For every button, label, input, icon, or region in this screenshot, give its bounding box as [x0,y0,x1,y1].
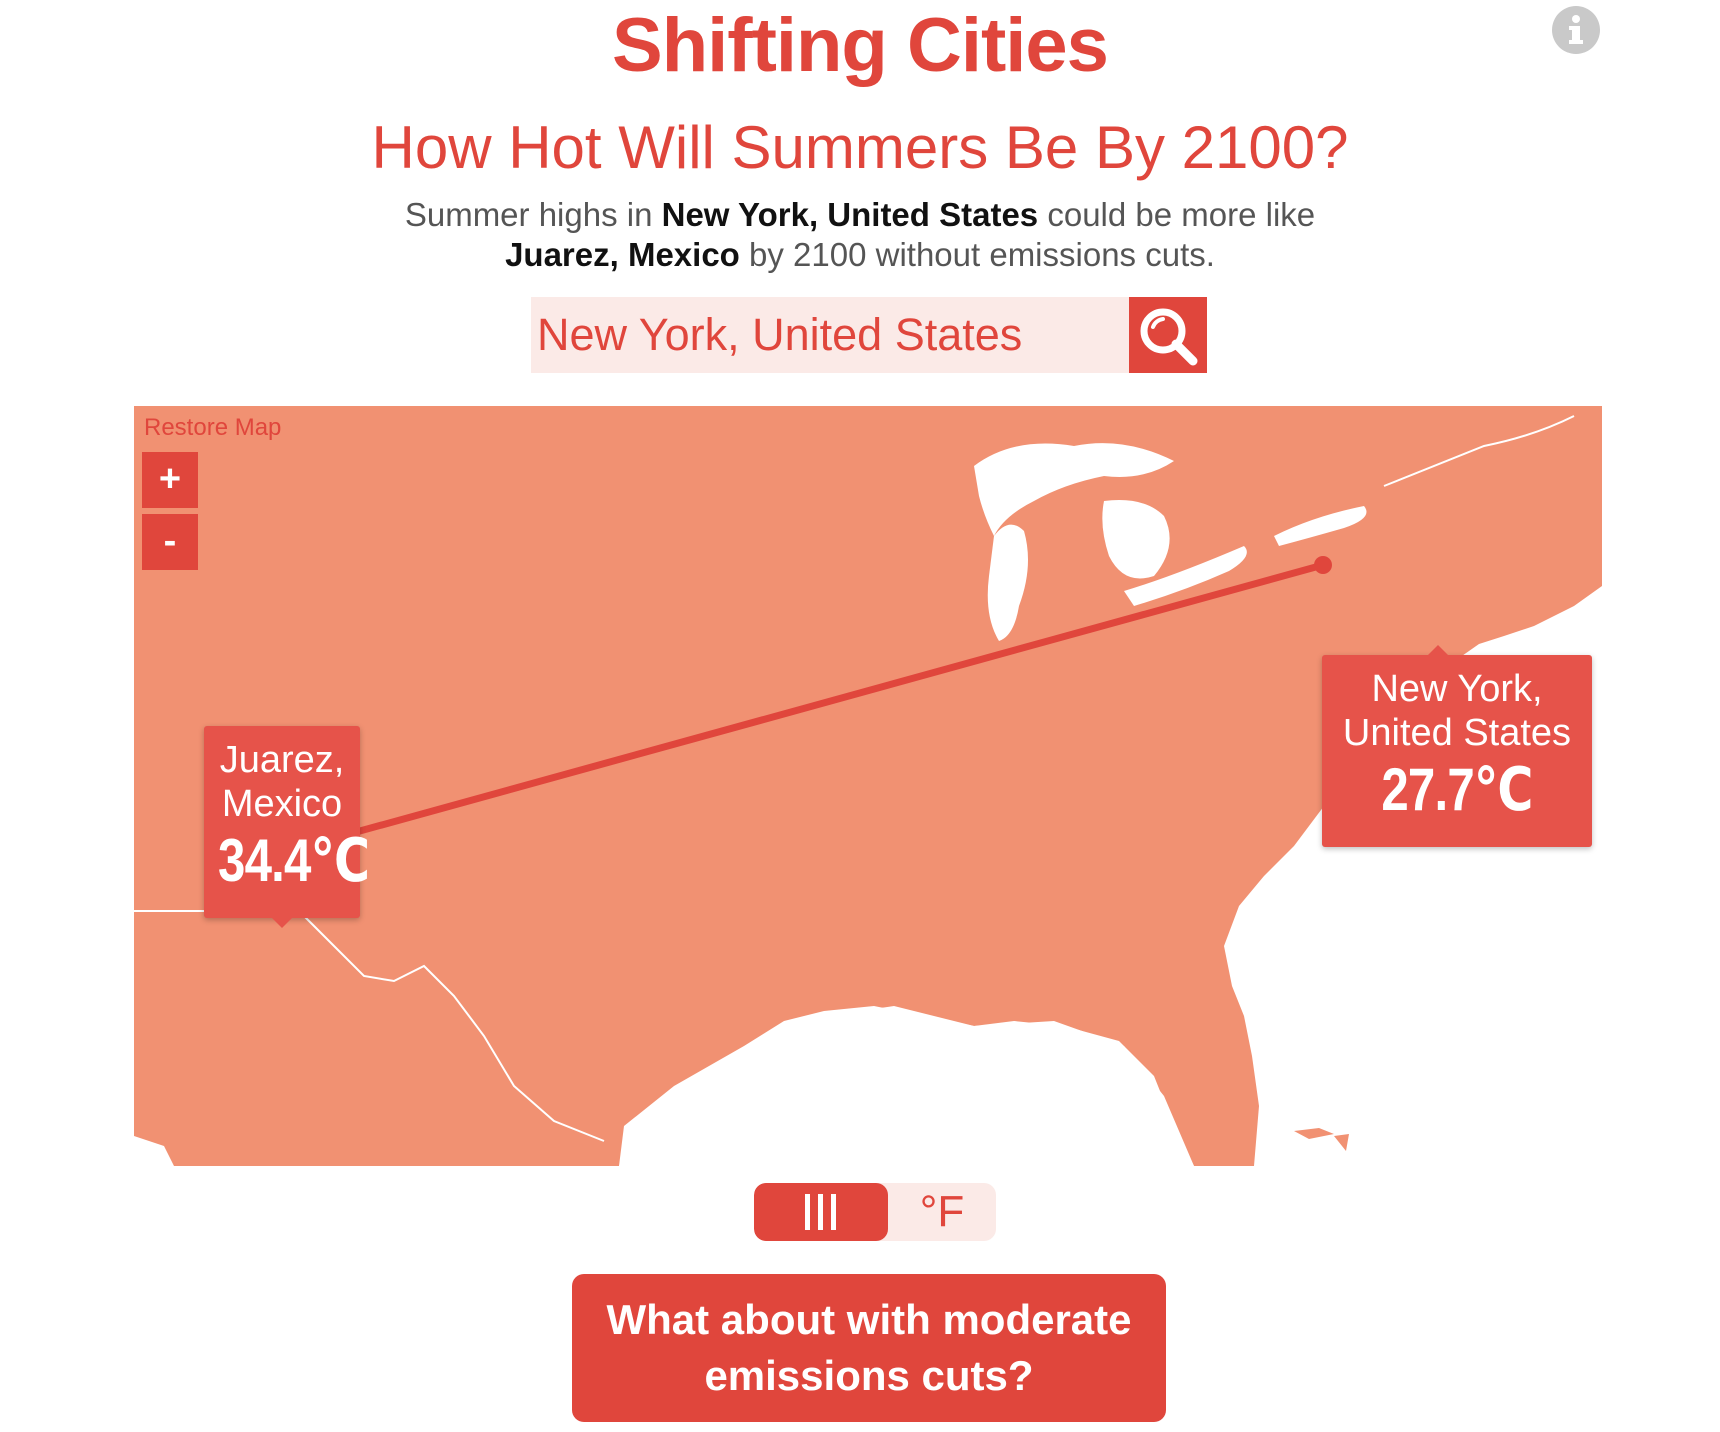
map-view[interactable]: Restore Map + - Juarez, Mexico 34.4℃ New… [134,406,1602,1166]
caribbean-islands [1294,1128,1349,1151]
cta-line2: emissions cuts? [704,1352,1034,1399]
fahrenheit-option[interactable]: °F [888,1183,996,1241]
menu-bars-icon [805,1194,836,1230]
origin-name-line2: United States [1342,712,1572,754]
page-title: Shifting Cities [612,3,1109,88]
summary-middle: could be more like [1038,196,1316,233]
page-subtitle: How Hot Will Summers Be By 2100? [371,114,1349,181]
search-bar [531,297,1207,373]
unit-toggle: °F [754,1183,996,1241]
analog-city-label: Juarez, Mexico 34.4℃ [204,726,370,928]
info-icon [1569,15,1583,44]
restore-map-link[interactable]: Restore Map [144,414,281,442]
label-pointer-icon [1428,645,1448,655]
zoom-out-button[interactable]: - [142,514,198,570]
origin-city-label: New York, United States 27.7℃ [1322,645,1592,847]
summary-city: New York, United States [661,196,1039,233]
analog-temperature: 34.4℃ [218,827,370,894]
analog-name-line2: Mexico [221,783,343,825]
summary-prefix: Summer highs in [404,196,662,233]
search-button[interactable] [1129,297,1207,373]
summary-suffix: by 2100 without emissions cuts. [739,236,1215,273]
summary-text: Summer highs in New York, United States … [0,195,1720,275]
origin-city-marker[interactable] [1314,556,1332,574]
label-pointer-icon [272,918,292,928]
cta-line1: What about with moderate [606,1296,1132,1343]
search-input[interactable] [531,297,1129,373]
summary-analog-city: Juarez, Mexico [505,236,740,273]
analog-name-line1: Juarez, [219,739,345,781]
moderate-cuts-button[interactable]: What about with moderate emissions cuts? [572,1274,1166,1422]
origin-temperature: 27.7℃ [1381,756,1533,823]
celsius-option[interactable] [754,1183,888,1241]
info-button[interactable] [1552,6,1600,54]
origin-name-line1: New York, [1371,668,1543,710]
search-icon [1140,308,1198,366]
zoom-in-button[interactable]: + [142,452,198,508]
